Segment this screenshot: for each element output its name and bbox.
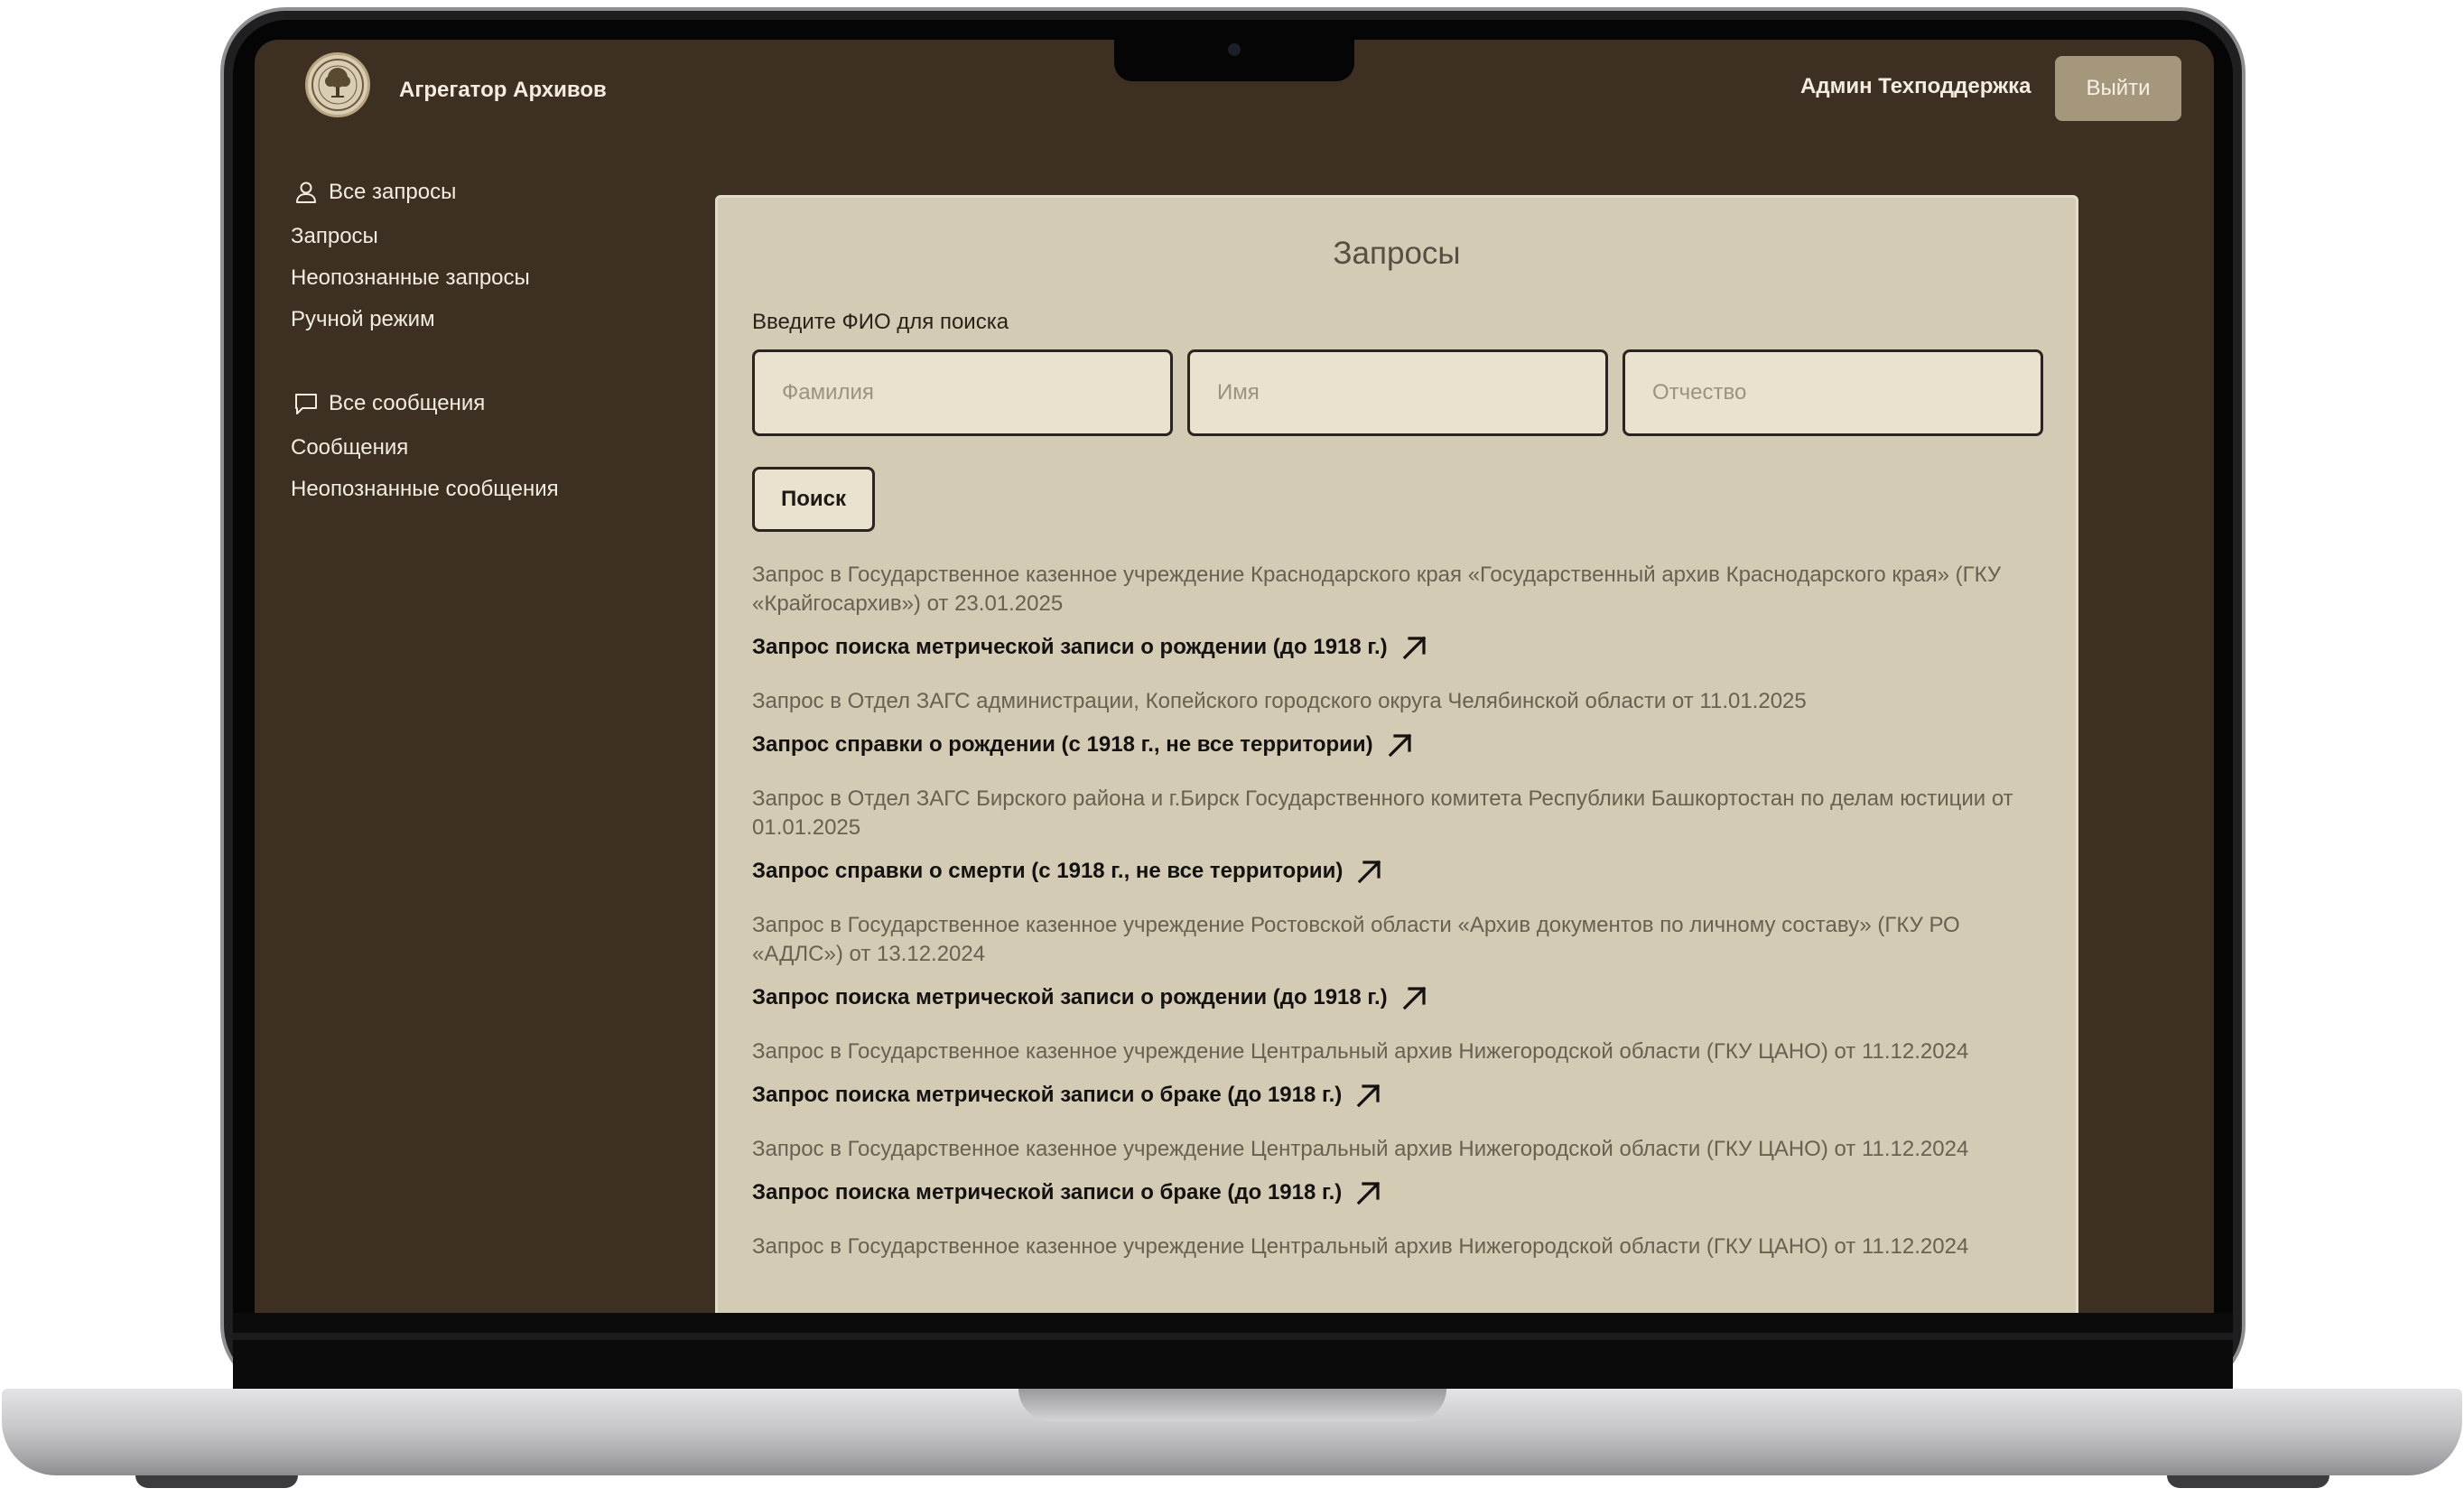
laptop-foot-left: [135, 1475, 298, 1488]
page-title: Запросы: [1333, 236, 1461, 271]
request-org: Запрос в Государственное казенное учрежд…: [752, 1234, 1969, 1259]
request-type-label: Запрос поиска метрической записи о рожде…: [752, 635, 1388, 659]
search-button[interactable]: Поиск: [752, 467, 875, 532]
arrow-up-right-icon[interactable]: [1399, 981, 1431, 1014]
list-item: Запрос в Государственное казенное учрежд…: [752, 1037, 2052, 1112]
requests-panel: Запросы Введите ФИО для поиска Поиск Зап…: [715, 195, 2078, 1313]
sidebar-item-requests[interactable]: Запросы: [291, 224, 378, 249]
list-item: Запрос в Государственное казенное учрежд…: [752, 561, 2052, 664]
sidebar-heading-all-requests[interactable]: Все запросы: [293, 179, 456, 206]
request-type-label: Запрос поиска метрической записи о браке…: [752, 1083, 1343, 1107]
request-org: Запрос в Отдел ЗАГС администрации, Копей…: [752, 689, 1807, 713]
request-org: Запрос в Государственное казенное учрежд…: [752, 563, 2002, 616]
list-item: Запрос в Государственное казенное учрежд…: [752, 1135, 2052, 1209]
user-icon: [293, 179, 320, 206]
request-type-link[interactable]: Запрос поиска метрической записи о браке…: [752, 1079, 2052, 1112]
search-label: Введите ФИО для поиска: [752, 310, 1009, 334]
arrow-up-right-icon[interactable]: [1353, 1177, 1385, 1209]
sidebar-heading-label: Все запросы: [329, 180, 457, 204]
patronymic-input[interactable]: [1623, 349, 2043, 436]
request-org: Запрос в Государственное казенное учрежд…: [752, 913, 1960, 966]
request-type-link[interactable]: Запрос справки о рождении (с 1918 г., не…: [752, 729, 2052, 761]
user-name: Админ Техподдержка: [1800, 74, 2032, 98]
request-type-link[interactable]: Запрос поиска метрической записи о рожде…: [752, 631, 2052, 664]
sidebar-item-manual-mode[interactable]: Ручной режим: [291, 307, 435, 332]
message-icon: [293, 390, 320, 417]
list-item: Запрос в Отдел ЗАГС администрации, Копей…: [752, 687, 2052, 761]
sidebar-item-unrecognized-requests[interactable]: Неопознанные запросы: [291, 265, 530, 291]
request-type-label: Запрос поиска метрической записи о браке…: [752, 1180, 1343, 1205]
sidebar-heading-label: Все сообщения: [329, 391, 486, 415]
request-org: Запрос в Государственное казенное учрежд…: [752, 1039, 1969, 1064]
request-org: Запрос в Отдел ЗАГС Бирского района и г.…: [752, 786, 2013, 840]
laptop-foot-right: [2167, 1475, 2329, 1488]
sidebar-heading-all-messages[interactable]: Все сообщения: [293, 390, 485, 417]
request-type-link[interactable]: Запрос поиска метрической записи о рожде…: [752, 981, 2052, 1014]
logout-button[interactable]: Выйти: [2055, 56, 2181, 121]
app-screen: Агрегатор Архивов Админ Техподдержка Вый…: [255, 40, 2214, 1313]
arrow-up-right-icon[interactable]: [1399, 631, 1431, 664]
arrow-up-right-icon[interactable]: [1384, 729, 1417, 761]
request-type-label: Запрос поиска метрической записи о рожде…: [752, 985, 1388, 1009]
surname-input[interactable]: [752, 349, 1173, 436]
arrow-up-right-icon[interactable]: [1353, 1079, 1385, 1112]
camera-icon: [1228, 43, 1241, 56]
request-org: Запрос в Государственное казенное учрежд…: [752, 1137, 1969, 1161]
sidebar-item-unrecognized-messages[interactable]: Неопознанные сообщения: [291, 477, 559, 502]
request-type-link[interactable]: Запрос справки о смерти (с 1918 г., не в…: [752, 855, 2052, 888]
arrow-up-right-icon[interactable]: [1353, 855, 1386, 888]
laptop-base-groove: [1018, 1389, 1446, 1421]
list-item: Запрос в Государственное казенное учрежд…: [752, 1233, 2052, 1261]
request-type-label: Запрос справки о смерти (с 1918 г., не в…: [752, 859, 1344, 883]
request-type-link[interactable]: Запрос поиска метрической записи о браке…: [752, 1177, 2052, 1209]
list-item: Запрос в Государственное казенное учрежд…: [752, 911, 2052, 1014]
laptop-chin-strip: [233, 1333, 2233, 1340]
sidebar-item-messages[interactable]: Сообщения: [291, 435, 408, 460]
laptop-chin: [233, 1313, 2233, 1391]
list-item: Запрос в Отдел ЗАГС Бирского района и г.…: [752, 785, 2052, 888]
name-input[interactable]: [1187, 349, 1608, 436]
request-list: Запрос в Государственное казенное учрежд…: [752, 561, 2052, 1285]
request-type-label: Запрос справки о рождении (с 1918 г., не…: [752, 732, 1373, 757]
